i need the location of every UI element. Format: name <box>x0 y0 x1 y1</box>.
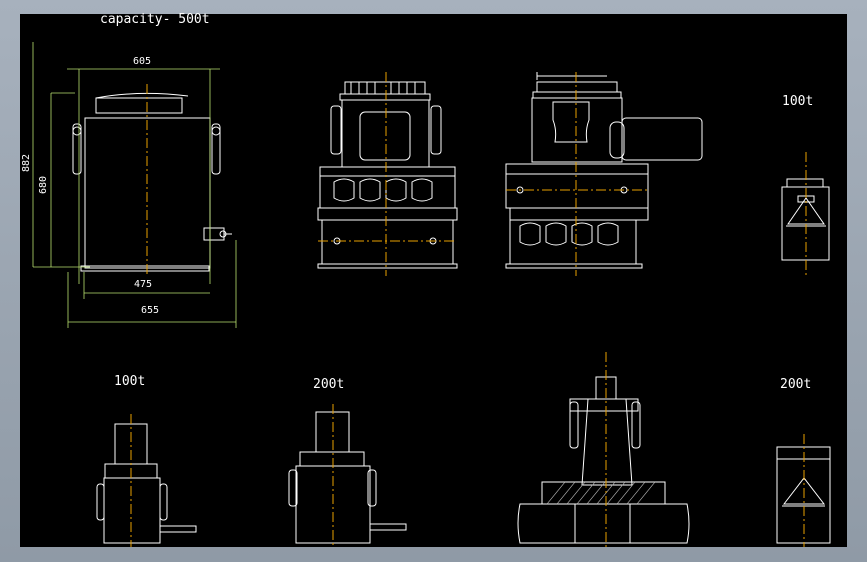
dimension-height-body: 680 <box>38 175 49 194</box>
jack-mounted-on-base <box>517 376 690 544</box>
label-200t-front: 200t <box>313 377 345 392</box>
label-100t-side: 100t <box>782 94 814 109</box>
dimension-base-outer: 655 <box>141 305 160 316</box>
dimension-base-inner: 475 <box>134 279 153 290</box>
cad-drawing-canvas[interactable]: capacity- 500t 605 882 680 475 655 100t … <box>20 12 847 547</box>
jack-100t-front-view <box>96 423 197 544</box>
jack-elevation-right <box>505 72 703 269</box>
dimension-height-total: 882 <box>21 153 32 172</box>
label-200t-side: 200t <box>780 377 812 392</box>
jack-200t-front-view <box>288 411 407 544</box>
drawing-title: capacity- 500t <box>100 12 210 27</box>
center-lines <box>130 72 807 547</box>
dimension-top-width: 605 <box>133 56 152 67</box>
jack-500t-front-view <box>72 92 232 272</box>
jack-elevation-center <box>317 81 458 269</box>
label-100t-front: 100t <box>114 374 146 389</box>
